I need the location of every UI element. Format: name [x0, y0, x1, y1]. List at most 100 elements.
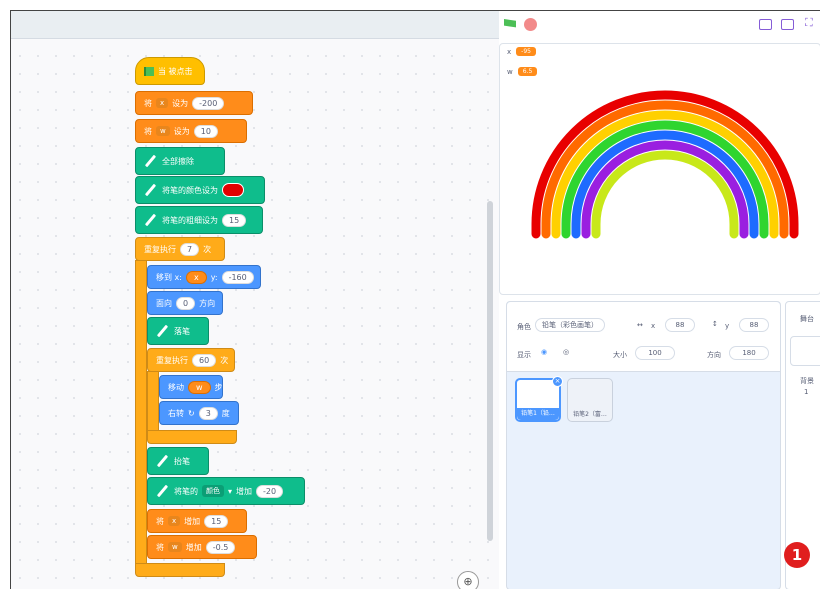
monitor-x-label: x	[507, 47, 512, 56]
pen-icon	[144, 213, 158, 227]
change-x-value[interactable]: 15	[204, 514, 229, 528]
move-suffix: 步	[214, 382, 223, 392]
backdrops-count: 1	[804, 388, 809, 396]
pen-up-label: 抬笔	[174, 456, 190, 466]
size-label: 大小	[613, 351, 627, 359]
pen-icon	[156, 324, 170, 338]
code-toolbar	[11, 11, 499, 39]
sprite-thumb-label: 铅笔1（铅…	[517, 408, 559, 420]
monitor-x: x -95	[507, 45, 536, 58]
code-scrollbar[interactable]	[487, 201, 493, 541]
hat-label: 当 被点击	[158, 66, 193, 76]
repeat-outer-times[interactable]: 7	[180, 242, 200, 256]
stage-canvas[interactable]	[499, 43, 820, 295]
goto-label: 移到 x:	[156, 272, 182, 282]
pen-icon	[156, 454, 170, 468]
set-w-cmd: 将	[144, 126, 152, 136]
pen-down-block[interactable]: 落笔	[147, 317, 209, 345]
repeat-outer-arm	[135, 260, 147, 564]
set-pen-size-block[interactable]: 将笔的粗细设为 15	[135, 206, 263, 234]
green-flag-icon	[144, 66, 154, 76]
turn-right-block[interactable]: 右转 ↻ 3 度	[159, 401, 239, 425]
pen-clear-label: 全部擦除	[162, 156, 194, 166]
stage-pane-title: 舞台	[800, 315, 814, 323]
set-x-variable[interactable]: x	[156, 98, 169, 108]
set-w-to: 设为	[173, 126, 190, 136]
hide-eye-icon[interactable]: ◎	[563, 348, 569, 356]
x-input[interactable]: 88	[665, 318, 695, 332]
y-input[interactable]: 88	[739, 318, 769, 332]
set-pen-color-block[interactable]: 将笔的颜色设为	[135, 176, 265, 204]
monitor-w: w 6.5	[507, 65, 538, 78]
change-x-variable[interactable]: x	[168, 516, 181, 526]
direction-input[interactable]: 180	[729, 346, 769, 360]
goto-x-reporter[interactable]: x	[185, 270, 207, 284]
change-w-value[interactable]: -0.5	[205, 540, 236, 554]
pen-color-swatch[interactable]	[222, 183, 244, 197]
set-w-value[interactable]: 10	[193, 124, 218, 138]
point-value[interactable]: 0	[176, 296, 196, 310]
repeat-inner-block[interactable]: 重复执行 60 次	[147, 348, 235, 372]
fullscreen-icon[interactable]: ⛶	[805, 16, 813, 30]
goto-y-value[interactable]: -160	[221, 270, 254, 284]
stage-thumbnail[interactable]	[790, 336, 820, 366]
sprite-thumb-2[interactable]: 铅笔2（富…	[567, 378, 613, 422]
change-pen-value[interactable]: -20	[256, 484, 284, 498]
pen-icon	[144, 154, 158, 168]
when-flag-clicked-block[interactable]: 当 被点击	[135, 57, 205, 85]
set-x-block[interactable]: 将 x 设为 -200	[135, 91, 253, 115]
change-x-block[interactable]: 将 x 增加 15	[147, 509, 247, 533]
size-input[interactable]: 100	[635, 346, 675, 360]
change-w-block[interactable]: 将 w 增加 -0.5	[147, 535, 257, 559]
move-steps-block[interactable]: 移动 w 步	[159, 375, 223, 399]
repeat-inner-arm	[147, 371, 159, 431]
delete-sprite-icon[interactable]: ×	[552, 376, 563, 387]
repeat-inner-suffix: 次	[220, 355, 229, 365]
sprite-thumb-1[interactable]: × 铅笔1（铅…	[515, 376, 563, 422]
y-label: y	[725, 322, 730, 330]
pen-icon	[144, 183, 158, 197]
show-eye-icon[interactable]: ◉	[541, 348, 547, 356]
set-x-to: 设为	[172, 98, 189, 108]
goto-y-label: y:	[210, 272, 218, 282]
pen-down-label: 落笔	[174, 326, 190, 336]
set-w-block[interactable]: 将 w 设为 10	[135, 119, 247, 143]
change-pen-color-block[interactable]: 将笔的 颜色 ▾ 增加 -20	[147, 477, 305, 505]
stop-button[interactable]	[524, 18, 537, 31]
change-pen-by: 增加	[236, 486, 253, 496]
change-pen-param[interactable]: 颜色	[202, 485, 224, 497]
pen-size-value[interactable]: 15	[222, 213, 247, 227]
annotation-badge: 1	[784, 542, 810, 568]
scratch-editor: 当 被点击 将 x 设为 -200 将 w 设为 10 全部擦除 将笔的颜色设为…	[10, 10, 820, 589]
rainbow-drawing	[531, 90, 799, 239]
sprite-label: 角色	[517, 323, 531, 331]
goto-xy-block[interactable]: 移到 x: x y: -160	[147, 265, 261, 289]
turn-label: 右转	[168, 408, 184, 418]
change-w-variable[interactable]: w	[168, 542, 182, 552]
change-pen-label: 将笔的	[174, 486, 198, 496]
set-x-value[interactable]: -200	[192, 96, 225, 110]
repeat-outer-label: 重复执行	[144, 244, 176, 254]
pen-icon	[156, 484, 170, 498]
small-stage-icon[interactable]	[759, 19, 772, 30]
pen-up-block[interactable]: 抬笔	[147, 447, 209, 475]
change-x-by: 增加	[184, 516, 201, 526]
turn-suffix: 度	[221, 408, 230, 418]
pen-clear-block[interactable]: 全部擦除	[135, 147, 225, 175]
move-reporter[interactable]: w	[188, 380, 211, 394]
change-w-by: 增加	[185, 542, 202, 552]
x-arrow-icon: ↔	[637, 321, 643, 329]
large-stage-icon[interactable]	[781, 19, 794, 30]
code-area[interactable]: 当 被点击 将 x 设为 -200 将 w 设为 10 全部擦除 将笔的颜色设为…	[11, 11, 499, 589]
turn-value[interactable]: 3	[198, 406, 218, 420]
sprite-name-input[interactable]: 铅笔（彩色画笔）	[535, 318, 605, 332]
show-label: 显示	[517, 351, 531, 359]
monitor-w-label: w	[507, 67, 513, 76]
set-w-variable[interactable]: w	[156, 126, 170, 136]
repeat-outer-block[interactable]: 重复执行 7 次	[135, 237, 225, 261]
zoom-in-icon[interactable]: ⊕	[457, 571, 479, 589]
repeat-outer-suffix: 次	[203, 244, 212, 254]
point-direction-block[interactable]: 面向 0 方向	[147, 291, 223, 315]
repeat-inner-times[interactable]: 60	[192, 353, 217, 367]
move-label: 移动	[168, 382, 184, 392]
